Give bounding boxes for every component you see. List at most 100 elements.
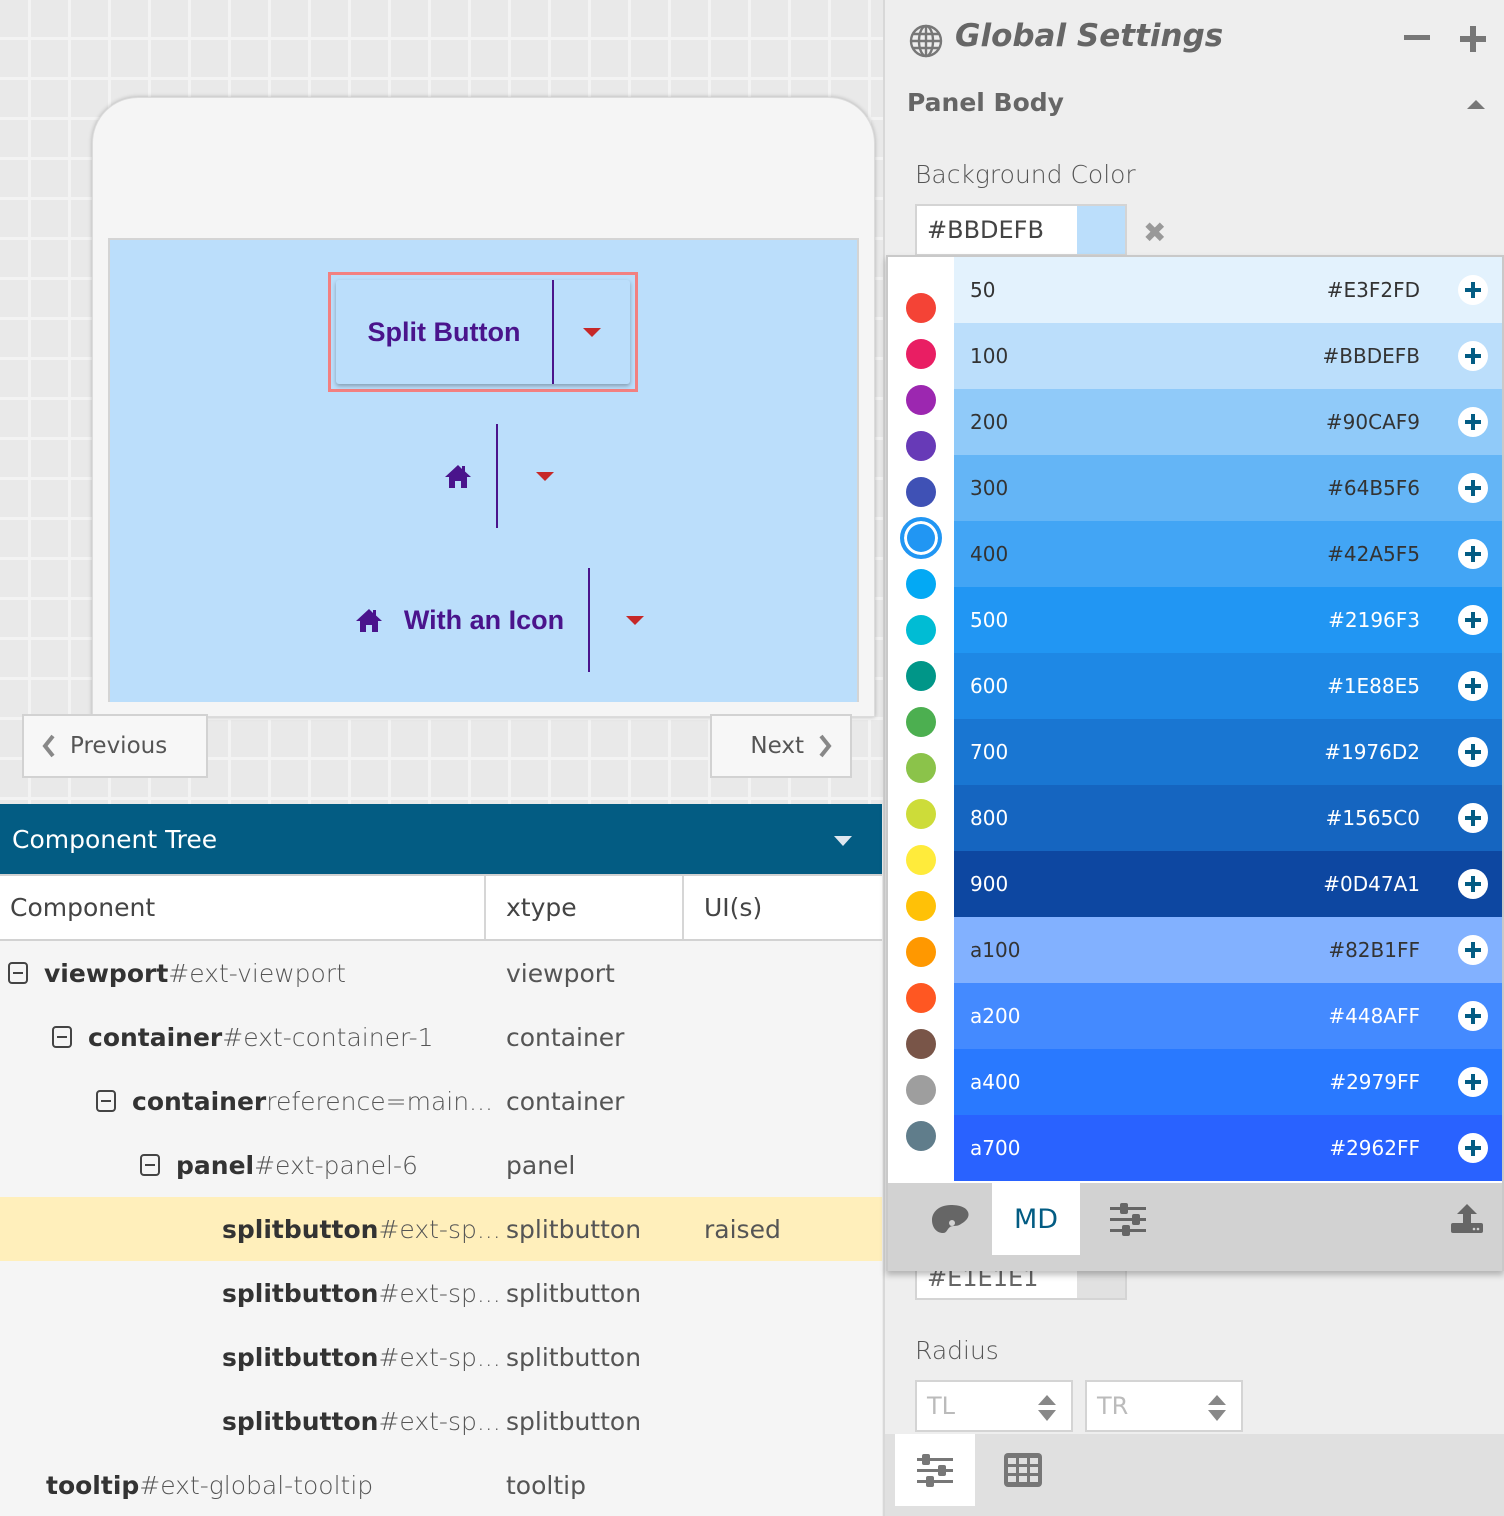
column-header-component[interactable]: Component bbox=[0, 876, 486, 939]
tab-grid[interactable] bbox=[983, 1434, 1063, 1506]
tab-export[interactable] bbox=[1432, 1183, 1502, 1255]
hue-swatch[interactable] bbox=[906, 891, 936, 921]
column-header-xtype[interactable]: xtype bbox=[486, 876, 684, 939]
add-color-icon[interactable] bbox=[1458, 671, 1488, 701]
section-title-panel-body[interactable]: Panel Body bbox=[907, 88, 1064, 117]
tree-row[interactable]: container reference=main... container bbox=[0, 1069, 882, 1133]
shade-hex: #64B5F6 bbox=[1327, 476, 1420, 500]
shade-name: 100 bbox=[970, 344, 1009, 368]
shade-row[interactable]: 500 #2196F3 bbox=[954, 587, 1502, 653]
shade-row[interactable]: 300 #64B5F6 bbox=[954, 455, 1502, 521]
hue-swatch[interactable] bbox=[906, 431, 936, 461]
hue-swatch[interactable] bbox=[906, 845, 936, 875]
tree-row[interactable]: panel #ext-panel-6 panel bbox=[0, 1133, 882, 1197]
add-color-icon[interactable] bbox=[1458, 1133, 1488, 1163]
add-color-icon[interactable] bbox=[1458, 407, 1488, 437]
add-color-icon[interactable] bbox=[1458, 803, 1488, 833]
add-color-icon[interactable] bbox=[1458, 473, 1488, 503]
column-header-uis[interactable]: UI(s) bbox=[684, 876, 882, 939]
add-color-icon[interactable] bbox=[1458, 737, 1488, 767]
tree-row[interactable]: tooltip #ext-global-tooltip tooltip bbox=[0, 1453, 882, 1516]
split-button-main[interactable]: Split Button bbox=[336, 280, 552, 384]
background-color-swatch[interactable] bbox=[1077, 206, 1125, 254]
icon-split-button-main[interactable] bbox=[420, 424, 496, 528]
tab-palette[interactable] bbox=[908, 1183, 994, 1255]
hue-swatch[interactable] bbox=[906, 615, 936, 645]
hue-swatch[interactable] bbox=[906, 339, 936, 369]
tree-row[interactable]: splitbutton #ext-sp... splitbutton bbox=[0, 1389, 882, 1453]
add-color-icon[interactable] bbox=[1458, 275, 1488, 305]
hue-swatch[interactable] bbox=[906, 799, 936, 829]
expand-all-button[interactable] bbox=[1460, 26, 1486, 52]
shade-row[interactable]: a200 #448AFF bbox=[954, 983, 1502, 1049]
add-color-icon[interactable] bbox=[1458, 935, 1488, 965]
spinner-arrows-icon[interactable] bbox=[1037, 1394, 1057, 1422]
shade-row[interactable]: 900 #0D47A1 bbox=[954, 851, 1502, 917]
shade-row[interactable]: 400 #42A5F5 bbox=[954, 521, 1502, 587]
add-color-icon[interactable] bbox=[1458, 539, 1488, 569]
add-color-icon[interactable] bbox=[1458, 341, 1488, 371]
tree-row-xtype: container bbox=[506, 1086, 625, 1116]
hue-swatch[interactable] bbox=[906, 293, 936, 323]
hue-swatch[interactable] bbox=[906, 1121, 936, 1151]
shade-row[interactable]: 600 #1E88E5 bbox=[954, 653, 1502, 719]
shade-row[interactable]: 100 #BBDEFB bbox=[954, 323, 1502, 389]
component-type: splitbutton bbox=[222, 1214, 379, 1244]
hue-swatch[interactable] bbox=[906, 937, 936, 967]
collapse-node-icon[interactable] bbox=[52, 1026, 72, 1048]
component-type: tooltip bbox=[46, 1470, 140, 1500]
background-color-field[interactable]: #BBDEFB bbox=[915, 204, 1127, 256]
icon-split-button[interactable] bbox=[420, 424, 592, 528]
clear-color-icon[interactable]: ✖ bbox=[1143, 216, 1166, 249]
icon-text-split-button[interactable]: With an Icon bbox=[330, 568, 680, 672]
shade-row[interactable]: a700 #2962FF bbox=[954, 1115, 1502, 1181]
hue-swatch[interactable] bbox=[906, 983, 936, 1013]
shade-row[interactable]: 800 #1565C0 bbox=[954, 785, 1502, 851]
icon-split-button-menu-trigger[interactable] bbox=[498, 471, 592, 481]
tab-settings[interactable] bbox=[895, 1434, 975, 1506]
background-color-input[interactable]: #BBDEFB bbox=[917, 206, 1077, 254]
collapse-panel-icon[interactable] bbox=[834, 836, 852, 846]
tree-column-headers: Component xtype UI(s) bbox=[0, 874, 882, 941]
add-color-icon[interactable] bbox=[1458, 1001, 1488, 1031]
shade-row[interactable]: 700 #1976D2 bbox=[954, 719, 1502, 785]
shade-row[interactable]: a400 #2979FF bbox=[954, 1049, 1502, 1115]
collapse-all-button[interactable] bbox=[1404, 35, 1430, 40]
split-button[interactable]: Split Button bbox=[336, 280, 630, 384]
tree-row[interactable]: splitbutton #ext-sp... splitbutton raised bbox=[0, 1197, 882, 1261]
hue-swatch[interactable] bbox=[906, 477, 936, 507]
tab-md[interactable]: MD bbox=[992, 1183, 1080, 1255]
icon-text-split-button-menu-trigger[interactable] bbox=[590, 615, 680, 625]
shade-row[interactable]: a100 #82B1FF bbox=[954, 917, 1502, 983]
hue-swatch[interactable] bbox=[906, 1029, 936, 1059]
hue-swatch[interactable] bbox=[906, 661, 936, 691]
hue-swatch[interactable] bbox=[906, 385, 936, 415]
icon-text-split-button-main[interactable]: With an Icon bbox=[330, 568, 588, 672]
hue-swatch[interactable] bbox=[906, 753, 936, 783]
tab-sliders[interactable] bbox=[1088, 1183, 1168, 1255]
collapse-node-icon[interactable] bbox=[96, 1090, 116, 1112]
hue-swatch[interactable] bbox=[906, 707, 936, 737]
collapse-node-icon[interactable] bbox=[140, 1154, 160, 1176]
add-color-icon[interactable] bbox=[1458, 1067, 1488, 1097]
tree-row[interactable]: splitbutton #ext-sp... splitbutton bbox=[0, 1325, 882, 1389]
shade-row[interactable]: 50 #E3F2FD bbox=[954, 257, 1502, 323]
collapse-node-icon[interactable] bbox=[8, 962, 28, 984]
radius-tr-spinner[interactable]: TR bbox=[1085, 1380, 1243, 1432]
hue-swatch[interactable] bbox=[906, 569, 936, 599]
caret-up-icon[interactable] bbox=[1467, 100, 1485, 109]
shade-row[interactable]: 200 #90CAF9 bbox=[954, 389, 1502, 455]
tree-row[interactable]: splitbutton #ext-sp... splitbutton bbox=[0, 1261, 882, 1325]
tree-row[interactable]: viewport #ext-viewport viewport bbox=[0, 941, 882, 1005]
add-color-icon[interactable] bbox=[1458, 869, 1488, 899]
split-button-menu-trigger[interactable] bbox=[554, 327, 630, 337]
next-button[interactable]: Next bbox=[710, 714, 852, 778]
radius-tl-spinner[interactable]: TL bbox=[915, 1380, 1073, 1432]
previous-button[interactable]: Previous bbox=[22, 714, 208, 778]
component-tree-header[interactable]: Component Tree bbox=[0, 804, 882, 874]
hue-swatch[interactable] bbox=[906, 1075, 936, 1105]
hue-swatch[interactable] bbox=[900, 517, 942, 559]
spinner-arrows-icon[interactable] bbox=[1207, 1394, 1227, 1422]
tree-row[interactable]: container #ext-container-1 container bbox=[0, 1005, 882, 1069]
add-color-icon[interactable] bbox=[1458, 605, 1488, 635]
